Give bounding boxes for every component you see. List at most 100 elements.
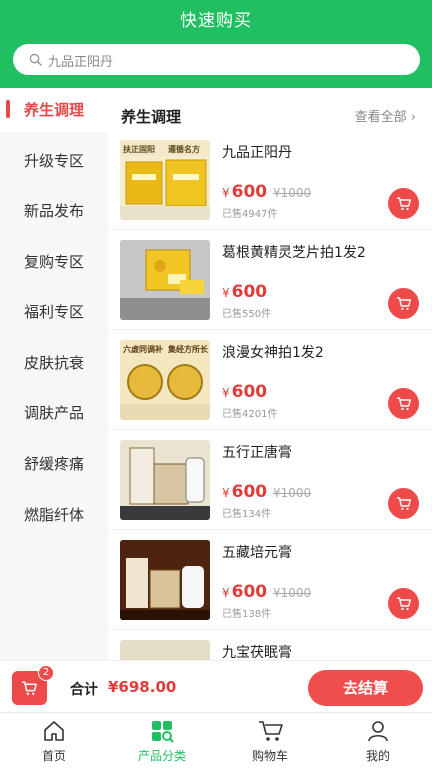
product-name: 九品正阳丹 xyxy=(222,145,292,161)
sidebar-item-anti-aging[interactable]: 皮肤抗衰 xyxy=(0,341,108,385)
product-image-text: 扶正固阳 xyxy=(123,144,155,154)
cart-icon xyxy=(397,197,411,211)
product-list-panel: 养生调理 查看全部 › 扶正固阳 遵循名方 九品正阳丹 ¥600 ¥1000 已… xyxy=(108,88,432,660)
currency-symbol: ¥ xyxy=(222,286,230,300)
product-name: 五藏培元膏 xyxy=(222,545,292,561)
app-header: 快速购买 九品正阳丹 xyxy=(0,0,432,88)
search-bar[interactable]: 九品正阳丹 xyxy=(13,44,420,75)
product-image: 扶正固阳 遵循名方 xyxy=(120,140,210,220)
active-marker xyxy=(6,100,10,118)
product-image-text: 集经方所长 xyxy=(167,344,209,354)
product-name: 九宝茯眠膏 xyxy=(222,645,292,660)
product-price: ¥600 xyxy=(222,482,267,502)
sold-count: 已售550件 xyxy=(222,309,272,320)
original-price: ¥1000 xyxy=(273,186,312,200)
sold-count: 已售4947件 xyxy=(222,209,278,220)
cart-icon xyxy=(397,497,411,511)
currency-symbol: ¥ xyxy=(222,386,230,400)
product-name: 浪漫女神拍1发2 xyxy=(222,345,324,361)
product-image xyxy=(120,240,210,320)
category-sidebar: 养生调理 升级专区 新品发布 复购专区 福利专区 皮肤抗衰 调肤产品 舒缓疼痛 … xyxy=(0,88,108,660)
price-value: 600 xyxy=(231,582,268,602)
sidebar-item-new[interactable]: 新品发布 xyxy=(0,189,108,233)
product-price: ¥600 xyxy=(222,282,267,302)
original-price: ¥1000 xyxy=(273,586,312,600)
sidebar-item-label: 福利专区 xyxy=(23,303,84,321)
sold-count: 已售134件 xyxy=(222,509,272,520)
chevron-right-icon: › xyxy=(410,110,416,125)
sidebar-item-skin[interactable]: 调肤产品 xyxy=(0,391,108,435)
product-price: ¥600 xyxy=(222,582,267,602)
view-all-link[interactable]: 查看全部 › xyxy=(355,106,416,125)
sidebar-item-label: 复购专区 xyxy=(23,253,84,271)
currency-symbol: ¥ xyxy=(222,586,230,600)
tab-me[interactable]: 我的 xyxy=(338,713,418,768)
product-item[interactable]: 六虚同调补 集经方所长 浪漫女神拍1发2 ¥600 已售4201件 xyxy=(108,330,432,430)
view-all-label: 查看全部 xyxy=(354,110,407,125)
sold-count: 已售4201件 xyxy=(222,409,278,420)
product-image-text: 六虚同调补 xyxy=(123,344,163,354)
home-icon xyxy=(44,721,64,741)
sidebar-item-repurchase[interactable]: 复购专区 xyxy=(0,240,108,284)
cart-count-badge: 2 xyxy=(38,665,54,681)
total-label: 合计 xyxy=(70,682,98,698)
add-to-cart-button[interactable] xyxy=(388,588,419,619)
tab-label: 产品分类 xyxy=(137,749,186,763)
sidebar-item-label: 升级专区 xyxy=(23,152,84,170)
bottom-tab-bar: 首页 产品分类 购物车 我的 xyxy=(0,712,432,768)
page-title: 快速购买 xyxy=(180,11,252,31)
tab-label: 首页 xyxy=(41,749,66,763)
currency-symbol: ¥ xyxy=(222,186,230,200)
product-name: 葛根黄精灵芝片拍1发2 xyxy=(222,245,366,261)
cart-icon xyxy=(22,681,37,696)
tab-label: 购物车 xyxy=(251,749,288,763)
price-value: 600 xyxy=(231,182,268,202)
tab-cart[interactable]: 购物车 xyxy=(230,713,310,768)
sidebar-item-label: 新品发布 xyxy=(23,202,84,220)
product-item[interactable]: 五藏培元膏 ¥600 ¥1000 已售138件 xyxy=(108,530,432,630)
price-value: 600 xyxy=(231,382,268,402)
price-value: 600 xyxy=(231,482,268,502)
checkout-button[interactable]: 去结算 xyxy=(308,670,423,706)
sidebar-item-label: 皮肤抗衰 xyxy=(23,354,84,372)
sidebar-item-pain-relief[interactable]: 舒缓疼痛 xyxy=(0,442,108,486)
currency-symbol: ¥ xyxy=(222,486,230,500)
sidebar-item-welfare[interactable]: 福利专区 xyxy=(0,290,108,334)
original-price: ¥1000 xyxy=(273,486,312,500)
cart-icon xyxy=(397,597,411,611)
sidebar-item-slimming[interactable]: 燃脂纤体 xyxy=(0,493,108,537)
product-image xyxy=(120,640,210,660)
tab-home[interactable]: 首页 xyxy=(14,713,94,768)
total-value: ¥698.00 xyxy=(108,678,177,696)
checkout-bar: 2 合计 ¥698.00 去结算 xyxy=(0,660,432,712)
product-image: 六虚同调补 集经方所长 xyxy=(120,340,210,420)
search-icon xyxy=(29,53,42,66)
user-icon xyxy=(368,721,388,742)
cart-icon xyxy=(259,721,283,741)
product-price: ¥600 xyxy=(222,382,267,402)
product-item[interactable]: 九宝茯眠膏 xyxy=(108,630,432,660)
add-to-cart-button[interactable] xyxy=(388,488,419,519)
price-value: 600 xyxy=(231,282,268,302)
product-image xyxy=(120,540,210,620)
add-to-cart-button[interactable] xyxy=(388,288,419,319)
cart-icon xyxy=(397,397,411,411)
add-to-cart-button[interactable] xyxy=(388,388,419,419)
search-input[interactable]: 九品正阳丹 xyxy=(48,51,113,70)
tab-category[interactable]: 产品分类 xyxy=(122,713,202,768)
sidebar-item-yangsheng[interactable]: 养生调理 xyxy=(0,88,108,132)
product-name: 五行正唐膏 xyxy=(222,445,292,461)
product-item[interactable]: 五行正唐膏 ¥600 ¥1000 已售134件 xyxy=(108,430,432,530)
sidebar-item-upgrade[interactable]: 升级专区 xyxy=(0,139,108,183)
product-item[interactable]: 扶正固阳 遵循名方 九品正阳丹 ¥600 ¥1000 已售4947件 xyxy=(108,130,432,230)
sold-count: 已售138件 xyxy=(222,609,272,620)
product-image xyxy=(120,440,210,520)
add-to-cart-button[interactable] xyxy=(388,188,419,219)
sidebar-item-label: 舒缓疼痛 xyxy=(23,455,84,473)
category-icon xyxy=(152,721,174,743)
sidebar-item-label: 燃脂纤体 xyxy=(23,506,84,524)
product-image-text: 遵循名方 xyxy=(168,144,200,154)
product-price: ¥600 xyxy=(222,182,267,202)
sidebar-item-label: 调肤产品 xyxy=(23,404,84,422)
product-item[interactable]: 葛根黄精灵芝片拍1发2 ¥600 已售550件 xyxy=(108,230,432,330)
